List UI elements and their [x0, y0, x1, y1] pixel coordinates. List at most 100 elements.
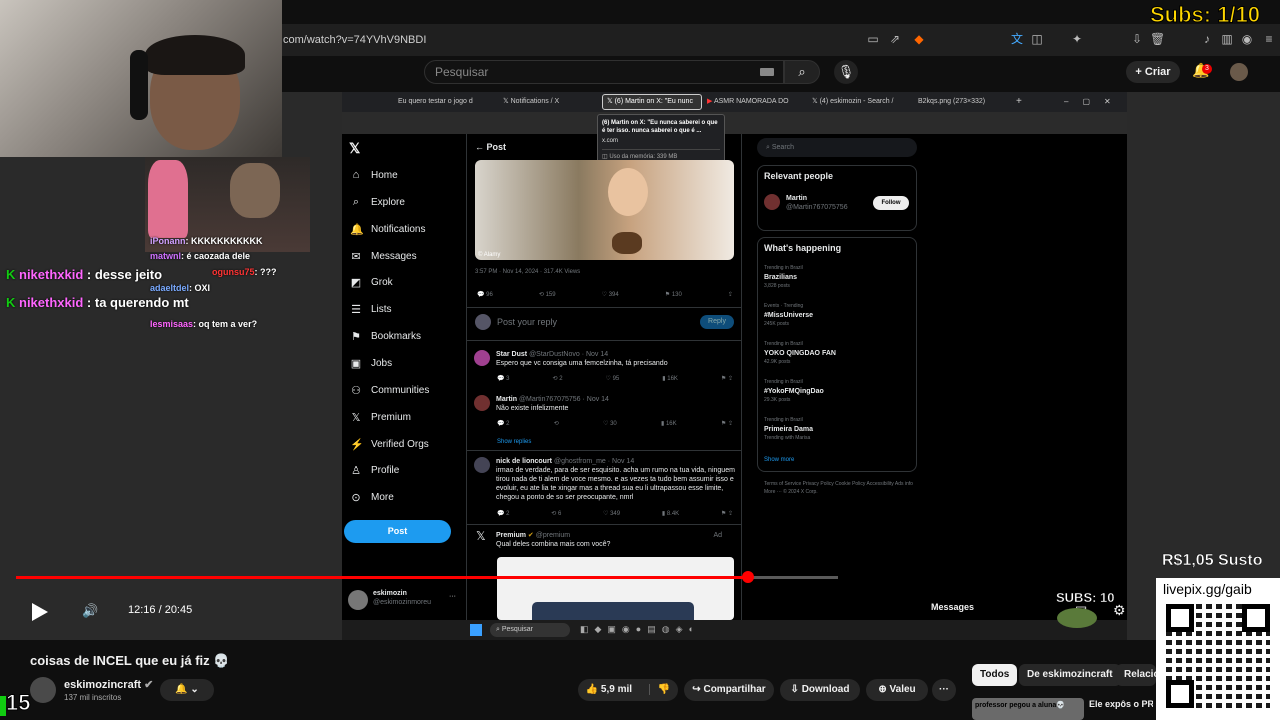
puzzle-icon[interactable]: ✦ — [1070, 32, 1084, 46]
sidebar-icon[interactable]: ▥ — [1220, 32, 1234, 46]
x-logo-icon[interactable]: 𝕏 — [349, 140, 360, 157]
thumbs-down-icon[interactable]: 👎 — [648, 684, 671, 695]
photo-credit: © Alamy — [478, 252, 501, 258]
more-actions-button[interactable]: ··· — [932, 679, 956, 701]
post-image[interactable] — [475, 160, 734, 260]
ad-item[interactable]: Premium ✔ @premium Ad Qual deles combina… — [496, 531, 736, 549]
suggestion-thumbnail[interactable]: professor pegou a aluna💀 — [972, 698, 1084, 720]
share-icon[interactable]: ⇪ — [728, 291, 733, 298]
download-button[interactable]: ⇩ Download — [780, 679, 860, 701]
screen-tab[interactable]: 𝕏 (4) eskimozin - Search / — [812, 94, 894, 110]
screen-tab[interactable]: B2kqs.png (273×332) — [918, 94, 988, 110]
post-meta: 3:57 PM · Nov 14, 2024 · 317.4K Views — [475, 269, 581, 275]
nav-notifications[interactable]: 🔔 Notifications — [350, 220, 425, 238]
chip-channel[interactable]: De eskimozincraft — [1019, 664, 1121, 686]
trend-item[interactable]: Trending in Brazil YOKO QINGDAO FAN 42.9K … — [764, 340, 910, 378]
channel-name[interactable]: eskimozincraft ✔ — [64, 678, 153, 691]
reply-item[interactable]: Martin @Martin767075756 · Nov 14 Não exi… — [496, 395, 736, 413]
reply-avatar — [475, 314, 491, 330]
nav-bookmarks[interactable]: ⚑ Bookmarks — [350, 327, 421, 345]
screen-address-bar[interactable] — [342, 112, 1127, 134]
nav-jobs[interactable]: ▣ Jobs — [350, 354, 392, 372]
nav-more[interactable]: ⊙ More — [350, 488, 393, 506]
chat-message: ogunsu75: ??? — [212, 267, 277, 277]
create-button[interactable]: + Criar — [1126, 61, 1180, 83]
reply-action[interactable]: 💬 96 — [477, 291, 493, 298]
subs-counter-overlay: SUBS: 10 — [1056, 590, 1115, 605]
chat-name: nikethxkid — [19, 295, 84, 310]
volume-icon[interactable]: 🔊 — [82, 603, 98, 619]
nav-messages[interactable]: ✉ Messages — [350, 247, 416, 265]
search-button[interactable]: ⌕ — [784, 60, 820, 84]
verified-icon: ✔ — [144, 679, 154, 691]
chat-message: matwnl: é caozada dele — [150, 251, 251, 261]
search-input[interactable]: Pesquisar — [424, 60, 784, 84]
account-avatar[interactable] — [1230, 63, 1248, 81]
scrubber-handle[interactable] — [741, 571, 754, 583]
reply-button[interactable]: Reply — [700, 315, 734, 329]
wallet-icon[interactable]: ◉ — [1240, 32, 1254, 46]
trend-item[interactable]: Events · Trending #MissUniverse 245K posts — [764, 302, 910, 340]
show-replies-link[interactable]: Show replies — [497, 438, 531, 447]
person-info[interactable]: Martin @Martin767075756 — [786, 194, 848, 212]
mic-icon[interactable]: 🎙 — [834, 60, 858, 84]
nav-explore[interactable]: ⌕ Explore — [350, 193, 405, 211]
menu-icon[interactable]: ≡ — [1262, 32, 1276, 46]
screen-tab[interactable]: Eu quero testar o jogo d — [398, 94, 478, 110]
ad-device — [532, 602, 694, 620]
suggestion-title[interactable]: Ele expôs o PRO — [1089, 699, 1153, 709]
chip-all[interactable]: Todos — [972, 664, 1018, 686]
like-button[interactable]: 👍 5,9 mil — [586, 684, 632, 695]
cast-icon[interactable]: ▭ — [866, 32, 880, 46]
nav-grok[interactable]: ◩ Grok — [350, 273, 393, 291]
keyboard-icon[interactable] — [760, 68, 774, 76]
new-tab-icon[interactable]: + — [1016, 94, 1026, 110]
nav-home[interactable]: ⌂ Home — [350, 166, 398, 184]
screen-tab[interactable]: 𝕏 Notifications / X — [503, 94, 593, 110]
screen-tab-active[interactable]: 𝕏 (6) Martin on X: "Eu nunc — [602, 94, 702, 110]
repost-action[interactable]: ⟲ 159 — [539, 291, 556, 298]
follow-button[interactable]: Follow — [873, 196, 909, 210]
download-icon[interactable]: ⇩ — [1130, 32, 1144, 46]
trend-item[interactable]: Trending in Brazil #YokoFMQingDao 29.3K po… — [764, 378, 910, 416]
share-icon[interactable]: ⇗ — [888, 32, 902, 46]
like-action[interactable]: ♡ 394 — [602, 291, 619, 298]
chip-related[interactable]: Relacio — [1116, 664, 1156, 686]
taskbar-apps-icon[interactable]: ◧◆▣◉●▤◍◈◐ — [580, 624, 700, 635]
nav-premium[interactable]: 𝕏 Premium — [350, 408, 411, 426]
more-dots-icon[interactable]: ··· — [449, 592, 456, 601]
windows-start-icon[interactable] — [470, 624, 482, 636]
music-icon[interactable]: ♪ — [1200, 32, 1214, 46]
subscribed-bell-button[interactable]: 🔔 ⌄ — [160, 679, 214, 701]
post-actions: 💬 96 ⟲ 159 ♡ 394 ⚑ 130 ⇪ — [477, 291, 733, 298]
brave-shield-icon[interactable]: ◆ — [912, 32, 926, 46]
divider — [466, 450, 742, 451]
address-bar[interactable]: com/watch?v=74YVhV9NBDI — [283, 34, 426, 46]
nav-verified-orgs[interactable]: ⚡ Verified Orgs — [350, 435, 429, 453]
nav-communities[interactable]: ⚇ Communities — [350, 381, 429, 399]
nav-profile[interactable]: ♙ Profile — [350, 461, 399, 479]
post-button[interactable]: Post — [344, 520, 451, 543]
trend-list: Trending in Brazil Brazilians 3,828 posts … — [764, 264, 910, 454]
streamer-hair — [145, 35, 245, 75]
trash-icon[interactable]: 🗑 — [1150, 32, 1165, 46]
taskbar-search[interactable]: ⌕ Pesquisar — [490, 623, 570, 637]
channel-avatar[interactable] — [30, 677, 56, 703]
nav-lists[interactable]: ☰ Lists — [350, 300, 392, 318]
reply-item[interactable]: nick de lioncourt @ghostfrom_me · Nov 14… — [496, 457, 736, 502]
trend-item[interactable]: Trending in Brazil Brazilians 3,828 posts — [764, 264, 910, 302]
reply-input[interactable]: Post your reply — [497, 318, 557, 327]
reply-item[interactable]: Star Dust @StarDustNovo · Nov 14 Espero … — [496, 350, 736, 368]
screen-tab[interactable]: ▶ ASMR NAMORADA DO — [707, 94, 789, 110]
extension-icon[interactable]: ◫ — [1030, 32, 1044, 46]
play-icon[interactable] — [32, 603, 48, 621]
thanks-button[interactable]: ⊕ Valeu — [866, 679, 928, 701]
user-avatar[interactable] — [348, 590, 368, 610]
show-more-link[interactable]: Show more — [764, 456, 794, 465]
share-button[interactable]: ↪ Compartilhar — [684, 679, 774, 701]
translate-icon[interactable]: 文 — [1010, 32, 1024, 46]
bookmark-action[interactable]: ⚑ 130 — [665, 291, 682, 298]
window-controls[interactable]: –▢✕ — [1064, 94, 1124, 110]
trend-item[interactable]: Trending in Brazil Primeira Dama Trending … — [764, 416, 910, 454]
user-account[interactable]: eskimozin @eskimozinmoreu — [373, 589, 431, 607]
